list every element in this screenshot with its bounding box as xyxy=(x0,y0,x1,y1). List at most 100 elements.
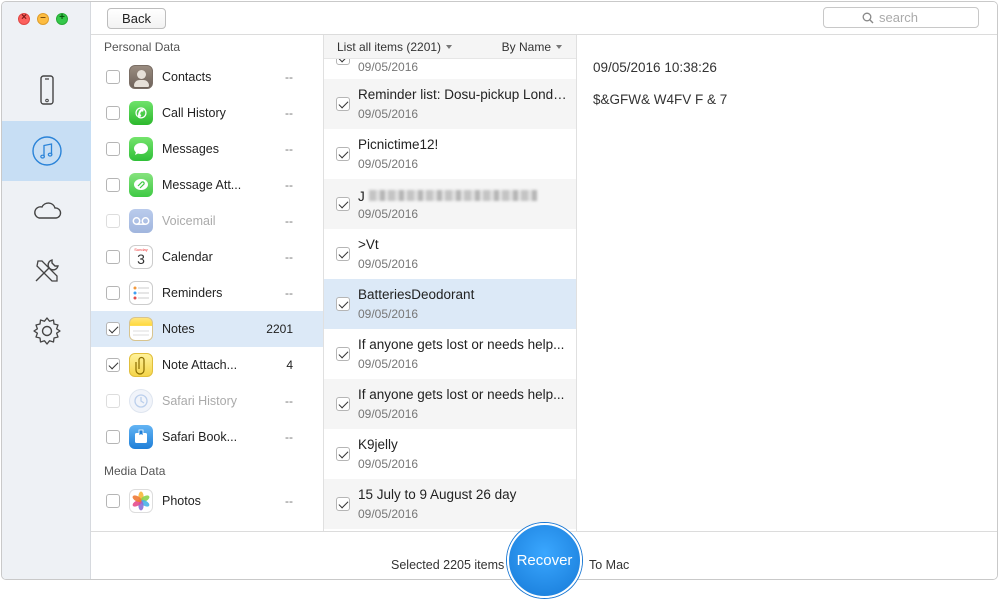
contacts-checkbox[interactable] xyxy=(106,70,120,84)
category-count: 2201 xyxy=(266,322,293,336)
list-item[interactable]: 15 July to 9 August 26 day 09/05/2016 xyxy=(324,479,576,529)
list-item[interactable]: J 09/05/2016 xyxy=(324,179,576,229)
to-mac-label: To Mac xyxy=(589,558,630,572)
rail-device-button[interactable] xyxy=(2,60,91,120)
list-item[interactable]: Reminder list: Dosu-pickup London... 09/… xyxy=(324,79,576,129)
messages-app-icon xyxy=(129,137,153,161)
category-label: Photos xyxy=(162,494,201,508)
list-item[interactable]: 09/05/2016 xyxy=(324,51,576,79)
item-title: Reminder list: Dosu-pickup London... xyxy=(358,87,572,102)
rail-icloud-button[interactable] xyxy=(2,181,91,241)
search-input[interactable] xyxy=(879,10,969,25)
category-safari-history: Safari History -- xyxy=(91,383,323,419)
photos-app-icon xyxy=(129,489,153,513)
item-checkbox[interactable] xyxy=(336,297,350,311)
item-date: 09/05/2016 xyxy=(358,507,419,521)
category-calendar[interactable]: Sunday 3 Calendar -- xyxy=(91,239,323,275)
reminders-checkbox[interactable] xyxy=(106,286,120,300)
category-label: Message Att... xyxy=(162,178,242,192)
item-title: K9jelly xyxy=(358,437,398,452)
category-contacts[interactable]: Contacts -- xyxy=(91,59,323,95)
filter-dropdown[interactable]: List all items (2201) xyxy=(337,40,453,54)
item-checkbox[interactable] xyxy=(336,247,350,261)
category-count: -- xyxy=(285,70,293,84)
voicemail-checkbox xyxy=(106,214,120,228)
category-safari-bookmarks[interactable]: Safari Book... -- xyxy=(91,419,323,455)
sort-label: By Name xyxy=(501,40,551,54)
filter-label: List all items (2201) xyxy=(337,40,442,54)
category-photos[interactable]: Photos -- xyxy=(91,483,323,519)
list-item[interactable]: Picnictime12! 09/05/2016 xyxy=(324,129,576,179)
list-item[interactable]: If anyone gets lost or needs help... 09/… xyxy=(324,379,576,429)
item-checkbox[interactable] xyxy=(336,197,350,211)
maximize-window-icon[interactable] xyxy=(56,12,68,25)
tools-icon xyxy=(35,259,59,282)
message-attachments-checkbox[interactable] xyxy=(106,178,120,192)
category-note-attachments[interactable]: Note Attach... 4 xyxy=(91,347,323,383)
category-reminders[interactable]: Reminders -- xyxy=(91,275,323,311)
item-title: >Vt xyxy=(358,237,379,252)
item-date: 09/05/2016 xyxy=(358,307,419,321)
item-checkbox[interactable] xyxy=(336,447,350,461)
item-title: BatteriesDeodorant xyxy=(358,287,475,302)
item-checkbox[interactable] xyxy=(336,497,350,511)
search-box[interactable] xyxy=(823,7,979,28)
list-item[interactable]: K9jelly 09/05/2016 xyxy=(324,429,576,479)
recover-button[interactable]: Recover xyxy=(507,523,582,598)
note-attachment-icon xyxy=(129,353,153,377)
photos-checkbox[interactable] xyxy=(106,494,120,508)
rail-settings-button[interactable] xyxy=(2,301,91,361)
item-title-blurred: J xyxy=(358,187,572,204)
call-history-checkbox[interactable] xyxy=(106,106,120,120)
category-count: -- xyxy=(285,250,293,264)
item-checkbox[interactable] xyxy=(336,97,350,111)
list-item[interactable]: >Vt 09/05/2016 xyxy=(324,229,576,279)
rail-itunes-button[interactable] xyxy=(2,121,91,181)
detail-body: $&GFW& W4FV F & 7 xyxy=(593,92,728,107)
item-title: If anyone gets lost or needs help... xyxy=(358,337,565,352)
safari-bookmarks-checkbox[interactable] xyxy=(106,430,120,444)
category-notes[interactable]: Notes 2201 xyxy=(91,311,323,347)
item-date: 09/05/2016 xyxy=(358,457,419,471)
category-message-attachments[interactable]: Message Att... -- xyxy=(91,167,323,203)
category-label: Call History xyxy=(162,106,226,120)
chevron-down-icon xyxy=(446,45,453,49)
category-sidebar: Personal Data Contacts -- ✆ Call History… xyxy=(91,35,323,531)
sort-dropdown[interactable]: By Name xyxy=(502,40,562,54)
item-checkbox[interactable] xyxy=(336,397,350,411)
left-rail xyxy=(2,2,91,579)
media-data-heading: Media Data xyxy=(104,464,166,478)
window-controls xyxy=(18,12,68,25)
list-item[interactable]: If anyone gets lost or needs help... 09/… xyxy=(324,329,576,379)
list-rows: 09/05/2016 Reminder list: Dosu-pickup Lo… xyxy=(324,51,576,529)
category-label: Contacts xyxy=(162,70,212,84)
rail-tools-button[interactable] xyxy=(2,241,91,301)
item-checkbox[interactable] xyxy=(336,347,350,361)
category-label: Messages xyxy=(162,142,219,156)
selected-count: Selected 2205 items xyxy=(391,558,505,572)
detail-date: 09/05/2016 10:38:26 xyxy=(593,60,717,75)
safari-history-icon xyxy=(129,389,153,413)
note-attachments-checkbox[interactable] xyxy=(106,358,120,372)
category-count: -- xyxy=(285,494,293,508)
minimize-window-icon[interactable] xyxy=(37,12,49,25)
category-label: Safari History xyxy=(162,394,238,408)
safari-bookmark-icon xyxy=(129,425,153,449)
messages-checkbox[interactable] xyxy=(106,142,120,156)
item-checkbox[interactable] xyxy=(336,147,350,161)
voicemail-app-icon xyxy=(129,209,153,233)
phone-icon xyxy=(39,75,54,105)
category-call-history[interactable]: ✆ Call History -- xyxy=(91,95,323,131)
message-attachment-icon xyxy=(129,173,153,197)
notes-checkbox[interactable] xyxy=(106,322,120,336)
back-button[interactable]: Back xyxy=(107,8,166,29)
category-label: Voicemail xyxy=(162,214,216,228)
safari-history-checkbox xyxy=(106,394,120,408)
category-count: -- xyxy=(285,178,293,192)
calendar-checkbox[interactable] xyxy=(106,250,120,264)
list-item-selected[interactable]: BatteriesDeodorant 09/05/2016 xyxy=(324,279,576,329)
list-header: List all items (2201) By Name xyxy=(324,35,576,59)
reminders-app-icon xyxy=(129,281,153,305)
category-messages[interactable]: Messages -- xyxy=(91,131,323,167)
close-window-icon[interactable] xyxy=(18,12,30,25)
